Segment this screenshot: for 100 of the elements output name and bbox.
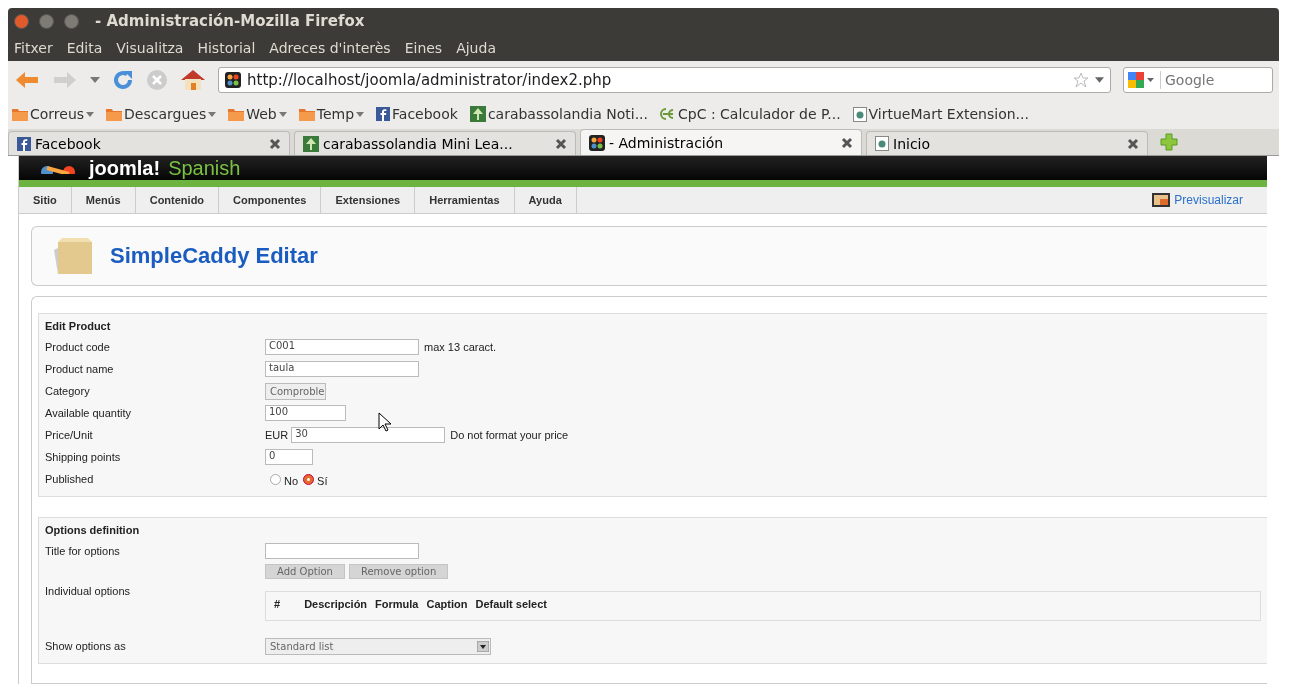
mouse-pointer-icon — [378, 412, 392, 432]
text-field[interactable]: 100 — [265, 405, 346, 421]
page-icon — [852, 106, 867, 122]
nav-menu-item[interactable]: Herramientas — [415, 187, 515, 213]
back-icon[interactable] — [14, 70, 40, 90]
joomla-icon — [225, 72, 241, 88]
dropdown-icon[interactable] — [278, 111, 287, 117]
logo-text: joomla! — [89, 157, 161, 179]
joomla-icon — [589, 134, 605, 151]
text-field[interactable] — [265, 543, 419, 559]
close-icon[interactable] — [841, 136, 853, 149]
search-box[interactable]: Google — [1123, 67, 1273, 93]
column-header: Default select — [475, 598, 547, 610]
close-button[interactable] — [14, 13, 29, 29]
new-tab-icon[interactable] — [1160, 133, 1178, 151]
folder-icon — [228, 107, 245, 121]
radio-label: Sí — [317, 475, 328, 487]
menu-item[interactable]: Ajuda — [456, 39, 496, 56]
bookmark[interactable]: Temp — [298, 106, 365, 122]
field-label: Individual options — [45, 585, 131, 597]
folder-icon — [298, 107, 315, 121]
reload-icon[interactable] — [112, 69, 134, 91]
dropdown-icon[interactable] — [1095, 77, 1104, 83]
dropdown-icon[interactable] — [356, 111, 365, 117]
nav-menu-item[interactable]: Contenido — [135, 187, 220, 213]
close-icon[interactable] — [1127, 137, 1139, 150]
nav-menu-item[interactable]: Sitio — [19, 187, 72, 213]
menu-item[interactable]: Eines — [404, 39, 443, 56]
radio-button[interactable] — [303, 473, 315, 485]
folder-icon — [12, 107, 28, 121]
column-header: Formula — [375, 598, 419, 610]
bookmark[interactable]: carabassolandia Noti... — [469, 106, 649, 122]
page-heading: SimpleCaddy Editar — [110, 243, 318, 269]
field-label: Product name — [45, 363, 115, 375]
field-note: Do not format your price — [450, 429, 569, 441]
text-field[interactable]: 0 — [265, 449, 313, 465]
browser-tab[interactable]: carabassolandia Mini Lea... — [294, 131, 576, 155]
nav-menu-item[interactable]: Ayuda — [514, 187, 577, 213]
dropdown-arrow-icon — [477, 640, 489, 652]
facebook-icon — [376, 107, 391, 121]
nav-menu-item[interactable]: Menús — [71, 187, 136, 213]
currency-label: EUR — [265, 429, 289, 441]
bookmark[interactable]: Web — [228, 106, 287, 122]
nav-menu-item[interactable]: Extensiones — [321, 187, 416, 213]
field-label: Title for options — [45, 545, 121, 557]
nav-menu-item[interactable]: Componentes — [219, 187, 322, 213]
column-header: Caption — [426, 598, 468, 610]
home-icon[interactable] — [180, 69, 206, 91]
text-field[interactable]: C001 — [265, 339, 419, 355]
option-button[interactable]: Add Option — [265, 564, 345, 579]
close-icon[interactable] — [269, 137, 281, 150]
field-label: Category — [45, 385, 91, 397]
preview-icon — [1152, 193, 1171, 207]
dropdown[interactable]: Comproble — [265, 382, 326, 400]
field-label: Shipping points — [45, 451, 122, 463]
folder-icon — [106, 107, 123, 121]
window-title: - Administración-Mozilla Firefox — [95, 12, 365, 30]
radio-label: No — [284, 475, 299, 487]
star-icon[interactable] — [1073, 72, 1089, 88]
minimize-button[interactable] — [39, 13, 54, 29]
column-header: # — [274, 598, 281, 610]
menu-item[interactable]: Historial — [197, 39, 256, 56]
bookmark[interactable]: Correus — [12, 106, 95, 122]
google-icon[interactable] — [1128, 72, 1156, 88]
bookmark[interactable]: VirtueMart Extension... — [852, 106, 1029, 122]
column-header: Descripción — [304, 598, 368, 610]
field-label: Published — [45, 473, 95, 485]
text-field[interactable]: taula — [265, 361, 419, 377]
menu-item[interactable]: Visualitza — [116, 39, 184, 56]
menu-item[interactable]: Edita — [66, 39, 103, 56]
bookmark[interactable]: Descargues — [106, 106, 217, 122]
bookmark[interactable]: Facebook — [376, 106, 458, 122]
section-title: Edit Product — [45, 320, 112, 332]
field-note: max 13 caract. — [424, 341, 497, 353]
page-icon — [875, 136, 889, 151]
bookmark[interactable]: CpC : Calculador de P... — [660, 106, 841, 122]
field-label: Product code — [45, 341, 111, 353]
field-label: Show options as — [45, 640, 127, 652]
dropdown[interactable]: Standard list — [265, 637, 491, 655]
browser-tab[interactable]: Facebook — [8, 131, 290, 155]
tree-icon — [303, 135, 319, 152]
option-button[interactable]: Remove option — [348, 564, 449, 579]
maximize-button[interactable] — [64, 13, 79, 29]
address-bar[interactable]: http://localhost/joomla/administrator/index2.php — [218, 67, 1111, 93]
dropdown-icon[interactable] — [86, 111, 95, 117]
logo-subtitle: Spanish — [168, 157, 241, 179]
menu-item[interactable]: Adreces d'interès — [269, 39, 391, 56]
menu-item[interactable]: Fitxer — [14, 39, 53, 56]
field-label: Available quantity — [45, 407, 133, 419]
radio-button[interactable] — [270, 473, 281, 485]
text-field[interactable]: 30 — [291, 427, 446, 443]
browser-tab[interactable]: - Administración — [580, 129, 862, 155]
close-icon[interactable] — [555, 137, 567, 150]
facebook-icon — [17, 136, 31, 151]
dropdown-icon[interactable] — [90, 77, 100, 83]
preview-link[interactable]: Previsualizar — [1152, 187, 1267, 213]
dropdown-icon[interactable] — [208, 111, 217, 117]
tree-icon — [469, 106, 486, 122]
section-title: Options definition — [45, 524, 141, 536]
browser-tab[interactable]: Inicio — [866, 131, 1148, 155]
